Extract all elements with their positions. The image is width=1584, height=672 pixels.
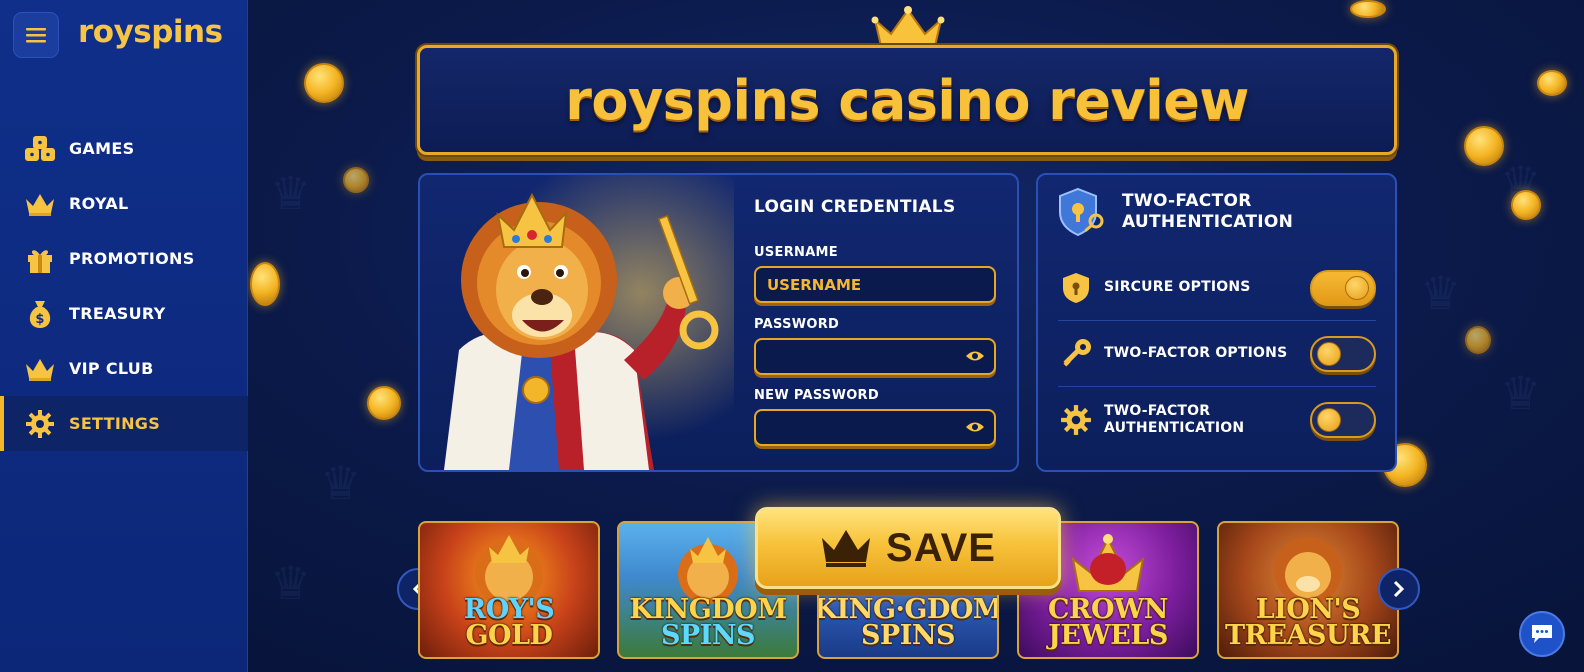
two-factor-title: TWO-FACTOR AUTHENTICATION <box>1122 191 1294 232</box>
game-title: KINGDOM SPINS <box>629 594 787 651</box>
watermark-crown-icon: ♛ <box>320 456 362 510</box>
secure-options-row: SIRCURE OPTIONS <box>1058 255 1376 321</box>
two-factor-panel: TWO-FACTOR AUTHENTICATION SIRCURE OPTION… <box>1036 173 1397 472</box>
login-credentials-panel: LOGIN CREDENTIALS USERNAME USERNAME PASS… <box>418 173 1019 472</box>
secure-options-label: SIRCURE OPTIONS <box>1104 279 1251 295</box>
sidebar-item-label: SETTINGS <box>69 414 161 433</box>
title-banner: royspins casino review <box>417 45 1397 155</box>
page-title: royspins casino review <box>565 68 1249 132</box>
dice-icon <box>24 133 56 165</box>
watermark-crown-icon: ♛ <box>270 556 312 610</box>
two-factor-options-row: TWO-FACTOR OPTIONS <box>1058 321 1376 387</box>
game-title: KING·GDOM SPINS <box>817 594 999 651</box>
sidebar-item-label: TREASURY <box>69 304 166 323</box>
two-factor-authentication-row: TWO-FACTOR AUTHENTICATION <box>1058 387 1376 453</box>
menu-button[interactable] <box>13 12 59 58</box>
lion-king-mascot <box>424 175 734 470</box>
password-label: PASSWORD <box>754 317 840 332</box>
coin-decoration <box>1537 70 1567 96</box>
coin-decoration <box>250 262 280 306</box>
eye-icon[interactable] <box>965 420 985 434</box>
username-field[interactable]: USERNAME <box>754 266 996 303</box>
sidebar-item-label: VIP CLUB <box>69 359 154 378</box>
sidebar-item-promotions[interactable]: PROMOTIONS <box>0 231 248 286</box>
shield-key-icon <box>1059 187 1104 237</box>
watermark-crown-icon: ♛ <box>270 166 312 220</box>
toggle-knob <box>1317 408 1341 432</box>
sidebar-nav: GAMES ROYAL PROMOTIONS $ TREASURY VIP CL… <box>0 121 248 451</box>
eye-icon[interactable] <box>965 349 985 363</box>
login-credentials-title: LOGIN CREDENTIALS <box>754 197 956 217</box>
new-password-field[interactable] <box>754 409 996 446</box>
svg-text:$: $ <box>35 312 44 327</box>
sidebar-item-settings[interactable]: SETTINGS <box>0 396 248 451</box>
watermark-crown-icon: ♛ <box>1500 366 1542 420</box>
key-icon <box>1058 337 1094 371</box>
two-factor-options-label: TWO-FACTOR OPTIONS <box>1104 345 1288 361</box>
game-title: CROWN JEWELS <box>1048 594 1168 651</box>
hamburger-icon <box>26 28 46 43</box>
two-factor-authentication-label: TWO-FACTOR AUTHENTICATION <box>1104 403 1245 436</box>
crown-icon <box>24 188 56 220</box>
gear-icon <box>1058 404 1094 436</box>
sidebar-item-label: GAMES <box>69 139 135 158</box>
save-button[interactable]: SAVE <box>755 507 1061 589</box>
sidebar-item-royal[interactable]: ROYAL <box>0 176 248 231</box>
two-factor-header: TWO-FACTOR AUTHENTICATION <box>1038 175 1395 249</box>
game-title: LION'S TREASURE <box>1224 594 1392 651</box>
gift-icon <box>24 243 56 275</box>
sidebar-item-treasury[interactable]: $ TREASURY <box>0 286 248 341</box>
toggle-knob <box>1317 341 1341 366</box>
new-password-label: NEW PASSWORD <box>754 388 879 403</box>
coin-decoration <box>1465 326 1491 354</box>
toggle-knob <box>1345 275 1369 300</box>
username-value: USERNAME <box>767 275 862 294</box>
two-factor-authentication-toggle[interactable] <box>1310 402 1376 438</box>
crown-icon <box>1071 534 1145 592</box>
watermark-crown-icon: ♛ <box>1420 266 1462 320</box>
shield-icon <box>1058 272 1094 304</box>
coin-decoration <box>343 167 369 193</box>
sidebar-item-games[interactable]: GAMES <box>0 121 248 176</box>
coin-decoration <box>1464 126 1504 166</box>
brand-logo[interactable]: royspins <box>78 14 223 50</box>
chevron-right-icon <box>1393 580 1405 598</box>
game-title: ROY'S GOLD <box>463 594 555 651</box>
coin-decoration <box>1350 0 1386 18</box>
crown-icon <box>871 6 945 47</box>
crown-icon <box>24 353 56 385</box>
two-factor-options-toggle[interactable] <box>1310 335 1376 372</box>
sidebar-item-vip-club[interactable]: VIP CLUB <box>0 341 248 396</box>
save-label: SAVE <box>886 525 996 570</box>
coin-decoration <box>304 63 344 103</box>
game-card-roys-gold[interactable]: ROY'S GOLD <box>418 521 600 659</box>
password-field[interactable] <box>754 338 996 375</box>
sidebar: royspins GAMES ROYAL PROMOTIONS $ TREASU… <box>0 0 248 672</box>
chat-icon <box>1532 625 1552 643</box>
coin-decoration <box>1511 190 1541 220</box>
coin-decoration <box>367 386 401 420</box>
sidebar-item-label: PROMOTIONS <box>69 249 195 268</box>
money-bag-icon: $ <box>24 298 56 330</box>
sidebar-item-label: ROYAL <box>69 194 129 213</box>
chat-button[interactable] <box>1519 611 1565 657</box>
username-label: USERNAME <box>754 245 838 260</box>
game-card-lions-treasure[interactable]: LION'S TREASURE <box>1217 521 1399 659</box>
gear-icon <box>24 408 56 440</box>
secure-options-toggle[interactable] <box>1310 269 1376 306</box>
crown-icon <box>822 530 871 567</box>
